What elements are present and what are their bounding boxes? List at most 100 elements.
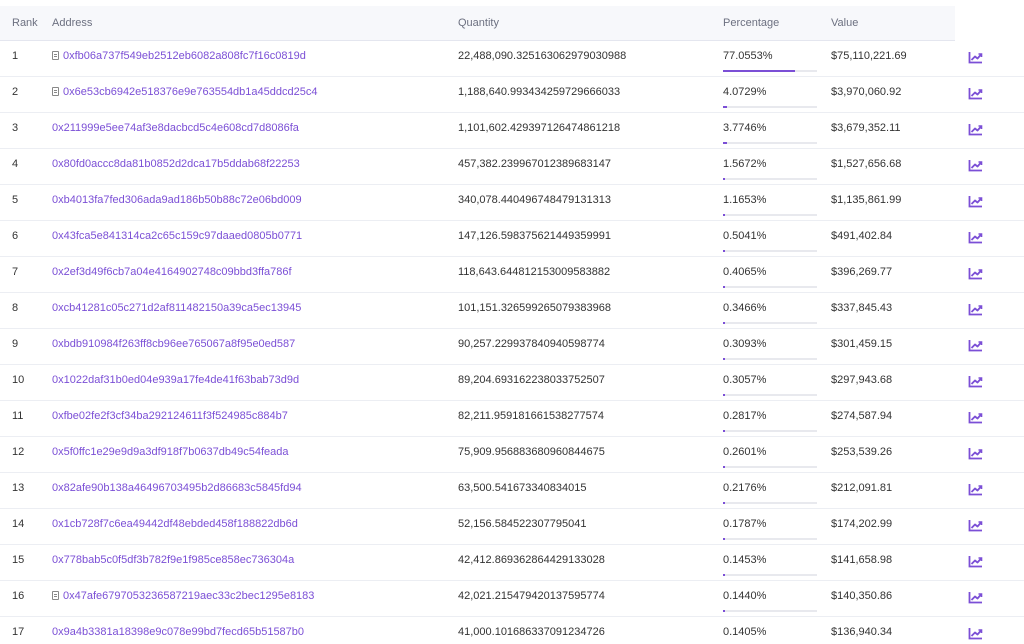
percentage-cell: 0.3057% xyxy=(723,374,767,386)
address-text: 0xb4013fa7fed306ada9ad186b50b88c72e06bd0… xyxy=(52,194,302,206)
address-link[interactable]: 0x1022daf31b0ed04e939a17fe4de41f63bab73d… xyxy=(52,374,299,386)
percentage-bar-fill xyxy=(723,466,725,468)
address-link[interactable]: 0x80fd0accc8da81b0852d2dca17b5ddab68f222… xyxy=(52,158,300,170)
rank-cell: 10 xyxy=(12,374,25,386)
table-row: 6 0x43fca5e841314ca2c65c159c97daaed0805b0… xyxy=(0,220,1024,257)
percentage-bar-fill xyxy=(723,286,725,288)
chart-line-icon[interactable] xyxy=(968,555,983,568)
chart-line-icon[interactable] xyxy=(968,627,983,640)
percentage-cell: 0.3466% xyxy=(723,302,767,314)
table-row: 12 0x5f0ffc1e29e9d9a3df918f7b0637db49c54f… xyxy=(0,436,1024,473)
chart-line-icon[interactable] xyxy=(968,375,983,388)
rank-cell: 11 xyxy=(12,410,24,422)
address-link[interactable]: 0xb4013fa7fed306ada9ad186b50b88c72e06bd0… xyxy=(52,194,302,206)
address-text: 0x5f0ffc1e29e9d9a3df918f7b0637db49c54fea… xyxy=(52,446,289,458)
value-cell: $337,845.43 xyxy=(831,302,893,314)
address-link[interactable]: 0x1cb728f7c6ea49442df48ebded458f188822db… xyxy=(52,518,298,530)
rank-cell: 16 xyxy=(12,590,25,602)
percentage-bar xyxy=(723,142,817,144)
percentage-bar-fill xyxy=(723,430,725,432)
table-row: 4 0x80fd0accc8da81b0852d2dca17b5ddab68f22… xyxy=(0,148,1024,185)
percentage-cell: 0.4065% xyxy=(723,266,767,278)
chart-line-icon[interactable] xyxy=(968,195,983,208)
header-percentage: Percentage xyxy=(723,17,780,29)
address-text: 0xfbe02fe2f3cf34ba292124611f3f524985c884… xyxy=(52,410,288,422)
value-cell: $174,202.99 xyxy=(831,518,893,530)
chart-line-icon[interactable] xyxy=(968,591,983,604)
document-icon xyxy=(52,51,59,60)
address-link[interactable]: 0x9a4b3381a18398e9c078e99bd7fecd65b51587… xyxy=(52,626,304,638)
percentage-bar-fill xyxy=(723,214,725,216)
address-link[interactable]: 0xbdb910984f263ff8cb96ee765067a8f95e0ed5… xyxy=(52,338,295,350)
table-row: 14 0x1cb728f7c6ea49442df48ebded458f188822… xyxy=(0,508,1024,545)
chart-line-icon[interactable] xyxy=(968,483,983,496)
chart-line-icon[interactable] xyxy=(968,231,983,244)
address-link[interactable]: 0x43fca5e841314ca2c65c159c97daaed0805b07… xyxy=(52,230,302,242)
table-row: 7 0x2ef3d49f6cb7a04e4164902748c09bbd3ffa7… xyxy=(0,256,1024,293)
quantity-cell: 82,211.959181661538277574 xyxy=(458,410,605,422)
table-header: Rank Address Quantity Percentage Value xyxy=(0,6,955,41)
address-text: 0x47afe6797053236587219aec33c2bec1295e81… xyxy=(63,590,315,602)
percentage-cell: 0.2817% xyxy=(723,410,767,422)
address-link[interactable]: 0x5f0ffc1e29e9d9a3df918f7b0637db49c54fea… xyxy=(52,446,289,458)
address-link[interactable]: 0xcb41281c05c271d2af811482150a39ca5ec139… xyxy=(52,302,301,314)
address-link[interactable]: 0x778bab5c0f5df3b782f9e1f985ce858ec73630… xyxy=(52,554,294,566)
address-link[interactable]: 0xfbe02fe2f3cf34ba292124611f3f524985c884… xyxy=(52,410,288,422)
rank-cell: 14 xyxy=(12,518,25,530)
quantity-cell: 52,156.584522307795041 xyxy=(458,518,587,530)
address-link[interactable]: 0x211999e5ee74af3e8dacbcd5c4e608cd7d8086… xyxy=(52,122,299,134)
header-quantity: Quantity xyxy=(458,17,499,29)
percentage-cell: 3.7746% xyxy=(723,122,767,134)
chart-line-icon[interactable] xyxy=(968,447,983,460)
quantity-cell: 1,101,602.429397126474861218 xyxy=(458,122,621,134)
rank-cell: 2 xyxy=(12,86,19,98)
value-cell: $75,110,221.69 xyxy=(831,50,907,62)
percentage-cell: 0.1453% xyxy=(723,554,767,566)
value-cell: $274,587.94 xyxy=(831,410,893,422)
percentage-cell: 0.5041% xyxy=(723,230,767,242)
address-link[interactable]: 0x2ef3d49f6cb7a04e4164902748c09bbd3ffa78… xyxy=(52,266,292,278)
percentage-bar xyxy=(723,106,817,108)
address-text: 0xcb41281c05c271d2af811482150a39ca5ec139… xyxy=(52,302,302,314)
percentage-bar xyxy=(723,430,817,432)
percentage-bar xyxy=(723,466,817,468)
percentage-bar xyxy=(723,574,817,576)
chart-line-icon[interactable] xyxy=(968,267,983,280)
percentage-bar-fill xyxy=(723,538,725,540)
chart-line-icon[interactable] xyxy=(968,303,983,316)
chart-line-icon[interactable] xyxy=(968,159,983,172)
rank-cell: 17 xyxy=(12,626,25,638)
address-text: 0x82afe90b138a46496703495b2d86683c5845fd… xyxy=(52,482,302,494)
address-text: 0x9a4b3381a18398e9c078e99bd7fecd65b51587… xyxy=(52,626,305,638)
chart-line-icon[interactable] xyxy=(968,123,983,136)
chart-line-icon[interactable] xyxy=(968,51,983,64)
chart-line-icon[interactable] xyxy=(968,519,983,532)
percentage-cell: 0.3093% xyxy=(723,338,767,350)
chart-line-icon[interactable] xyxy=(968,339,983,352)
quantity-cell: 22,488,090.325163062979030988 xyxy=(458,50,627,62)
table-row: 10 0x1022daf31b0ed04e939a17fe4de41f63bab7… xyxy=(0,364,1024,401)
address-link[interactable]: 0x82afe90b138a46496703495b2d86683c5845fd… xyxy=(52,482,302,494)
value-cell: $141,658.98 xyxy=(831,554,893,566)
percentage-cell: 0.2601% xyxy=(723,446,767,458)
address-text: 0xbdb910984f263ff8cb96ee765067a8f95e0ed5… xyxy=(52,338,296,350)
table-row: 2 0x6e53cb6942e518376e9e763554db1a45ddcd2… xyxy=(0,76,1024,113)
percentage-cell: 1.5672% xyxy=(723,158,767,170)
value-cell: $1,135,861.99 xyxy=(831,194,902,206)
address-link[interactable]: 0x47afe6797053236587219aec33c2bec1295e81… xyxy=(52,590,314,602)
table-row: 15 0x778bab5c0f5df3b782f9e1f985ce858ec736… xyxy=(0,544,1024,581)
address-link[interactable]: 0xfb06a737f549eb2512eb6082a808fc7f16c081… xyxy=(52,50,306,62)
quantity-cell: 42,021.215479420137595774 xyxy=(458,590,605,602)
document-icon xyxy=(52,591,59,600)
header-value: Value xyxy=(831,17,859,29)
value-cell: $396,269.77 xyxy=(831,266,893,278)
percentage-cell: 0.1787% xyxy=(723,518,767,530)
chart-line-icon[interactable] xyxy=(968,87,983,100)
value-cell: $253,539.26 xyxy=(831,446,893,458)
percentage-bar-fill xyxy=(723,610,725,612)
address-link[interactable]: 0x6e53cb6942e518376e9e763554db1a45ddcd25… xyxy=(52,86,317,98)
address-text: 0x43fca5e841314ca2c65c159c97daaed0805b07… xyxy=(52,230,303,242)
percentage-bar-fill xyxy=(723,358,725,360)
chart-line-icon[interactable] xyxy=(968,411,983,424)
header-rank: Rank xyxy=(12,17,38,29)
